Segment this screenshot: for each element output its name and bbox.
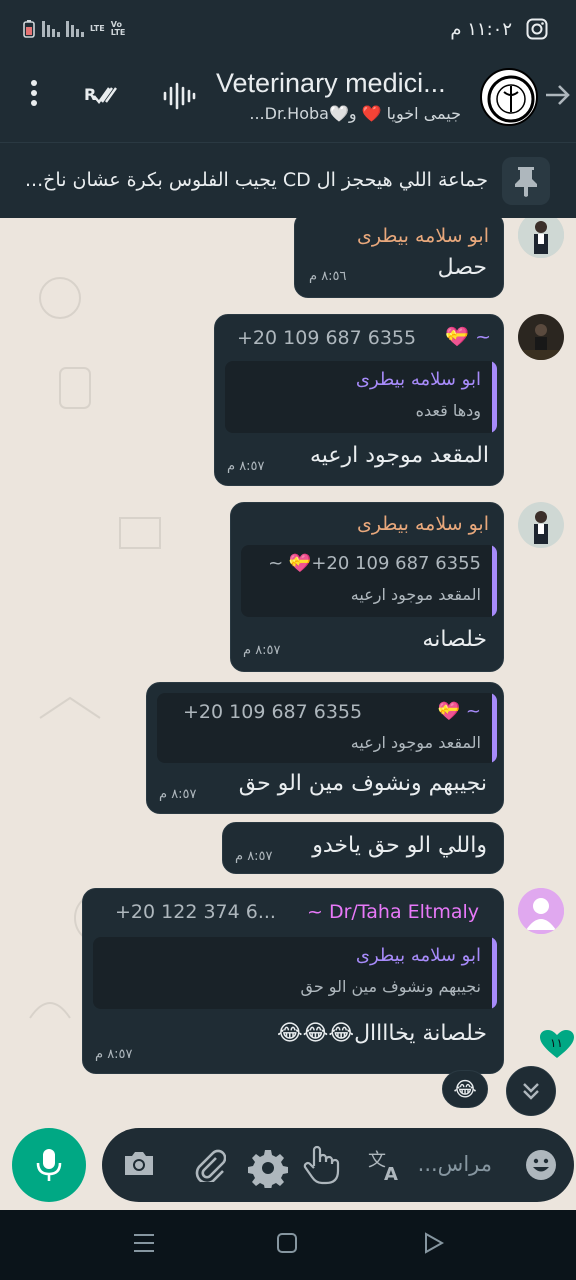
gear-icon[interactable] <box>248 1148 288 1195</box>
translate-icon[interactable]: 文A <box>368 1148 406 1189</box>
chevron-double-down-icon <box>523 1083 539 1100</box>
message-sender-phone: +20 122 374 6... <box>115 901 276 923</box>
back-icon[interactable] <box>422 1232 445 1260</box>
quote-bar <box>492 937 497 1009</box>
touch-icon[interactable] <box>298 1142 342 1193</box>
input-bar: 文A مراس... <box>0 1120 576 1210</box>
message-time: ٨:٥٦ م <box>309 269 347 284</box>
mic-button[interactable] <box>12 1128 86 1202</box>
home-icon[interactable] <box>276 1232 298 1260</box>
read-receipts-icon[interactable]: R <box>84 82 122 115</box>
chat-area[interactable]: ابو سلامه بيطرى حصل ٨:٥٦ م +20 109 687 6… <box>0 218 576 1120</box>
message-sender[interactable]: ابو سلامه بيطرى <box>357 513 489 535</box>
message-bubble[interactable]: +20 109 687 6355 ~ 💝 ابو سلامه بيطرى وده… <box>214 314 504 486</box>
quoted-text: ودها قعده <box>415 401 481 420</box>
pinned-message[interactable]: جماعة اللي هيحجز ال CD يجيب الفلوس بكرة … <box>0 142 576 218</box>
message-text: خلصانه <box>422 627 487 652</box>
quoted-message[interactable]: ابو سلامه بيطرى نجيبهم ونشوف مين الو حق <box>93 937 497 1009</box>
pin-icon <box>502 157 550 205</box>
more-options-icon[interactable] <box>26 78 42 115</box>
emoji-icon[interactable] <box>524 1148 558 1189</box>
group-avatar[interactable] <box>480 68 538 126</box>
unread-count: ١١ <box>550 1036 563 1050</box>
quoted-message[interactable]: ~ 💝+20 109 687 6355 المقعد موجود ارعيه <box>241 545 497 617</box>
message-sender[interactable]: ابو سلامه بيطرى <box>357 225 489 247</box>
unread-badge[interactable]: ١١ <box>540 1030 574 1060</box>
quoted-sender: ابو سلامه بيطرى <box>355 369 481 390</box>
quoted-sender: ~ 💝 <box>437 701 481 722</box>
message-input-placeholder: مراس... <box>417 1152 492 1176</box>
message-text: واللي الو حق ياخدو <box>312 833 487 858</box>
system-nav-bar <box>0 1210 576 1280</box>
instagram-icon <box>526 18 548 40</box>
message-sender-phone: +20 109 687 6355 <box>237 327 417 349</box>
status-time: ١١:٠٢ م <box>450 18 512 40</box>
volte-indicator: Vo LTE <box>110 20 126 37</box>
network-type: LTE <box>90 24 105 33</box>
message-text: المقعد موجود ارعيه <box>309 443 489 468</box>
scroll-down-button[interactable] <box>506 1066 556 1116</box>
message-time: ٨:٥٧ م <box>243 643 281 658</box>
message-text: خلصانة يخاااال😂😂😂 <box>276 1021 487 1046</box>
quoted-sender: ابو سلامه بيطرى <box>355 945 481 966</box>
battery-saver-icon <box>23 20 35 38</box>
message-time: ٨:٥٧ م <box>227 459 265 474</box>
quote-bar <box>492 545 497 617</box>
sender-avatar[interactable] <box>518 314 564 360</box>
message-time: ٨:٥٧ م <box>159 787 197 802</box>
message-time: ٨:٥٧ م <box>235 849 273 864</box>
message-text: نجيبهم ونشوف مين الو حق <box>238 771 487 796</box>
chat-header: R Veterinary medici... جيمى اخويا ❤️ و🤍D… <box>0 62 576 142</box>
status-bar: LTE Vo LTE ١١:٠٢ م <box>0 0 576 62</box>
chat-title[interactable]: Veterinary medici... <box>216 68 466 99</box>
message-sender[interactable]: ~ Dr/Taha Eltmaly <box>307 901 503 923</box>
quoted-text: نجيبهم ونشوف مين الو حق <box>300 977 481 996</box>
message-bubble[interactable]: +20 122 374 6... ~ Dr/Taha Eltmaly ابو س… <box>82 888 504 1074</box>
message-bubble[interactable]: ابو سلامه بيطرى حصل ٨:٥٦ م <box>294 218 504 298</box>
message-sender-mark[interactable]: ~ 💝 <box>445 325 491 348</box>
svg-text:R: R <box>84 85 96 104</box>
message-text: حصل <box>437 255 487 280</box>
message-bubble[interactable]: واللي الو حق ياخدو ٨:٥٧ م <box>222 822 504 874</box>
sender-avatar[interactable] <box>518 888 564 934</box>
quoted-message[interactable]: ~ 💝 +20 109 687 6355 المقعد موجود ارعيه <box>157 693 497 763</box>
attach-icon[interactable] <box>192 1148 227 1189</box>
quoted-sender-phone: +20 109 687 6355 <box>183 701 363 723</box>
svg-text:A: A <box>384 1164 398 1182</box>
chat-subtitle[interactable]: جيمى اخويا ❤️ و🤍Dr.Hoba... <box>249 104 461 123</box>
signal-icon-2 <box>66 21 84 37</box>
message-reaction[interactable]: 😂 <box>442 1070 488 1108</box>
sender-avatar[interactable] <box>518 502 564 548</box>
pinned-message-text: جماعة اللي هيحجز ال CD يجيب الفلوس بكرة … <box>25 169 488 191</box>
quoted-message[interactable]: ابو سلامه بيطرى ودها قعده <box>225 361 497 433</box>
voice-chat-icon[interactable] <box>162 82 196 117</box>
mic-icon <box>36 1149 62 1181</box>
signal-icon <box>42 21 60 37</box>
message-bubble[interactable]: ابو سلامه بيطرى ~ 💝+20 109 687 6355 المق… <box>230 502 504 672</box>
status-left: LTE Vo LTE <box>22 20 131 38</box>
menu-icon[interactable] <box>132 1232 156 1260</box>
message-bubble[interactable]: ~ 💝 +20 109 687 6355 المقعد موجود ارعيه … <box>146 682 504 814</box>
back-arrow-icon[interactable] <box>542 80 572 117</box>
quoted-text: المقعد موجود ارعيه <box>350 733 481 752</box>
quoted-text: المقعد موجود ارعيه <box>350 585 481 604</box>
camera-icon[interactable] <box>122 1148 156 1185</box>
message-input[interactable]: 文A مراس... <box>102 1128 574 1202</box>
quote-bar <box>492 693 497 763</box>
quote-bar <box>492 361 497 433</box>
quoted-sender: ~ 💝+20 109 687 6355 <box>268 553 481 574</box>
message-time: ٨:٥٧ م <box>95 1047 133 1062</box>
